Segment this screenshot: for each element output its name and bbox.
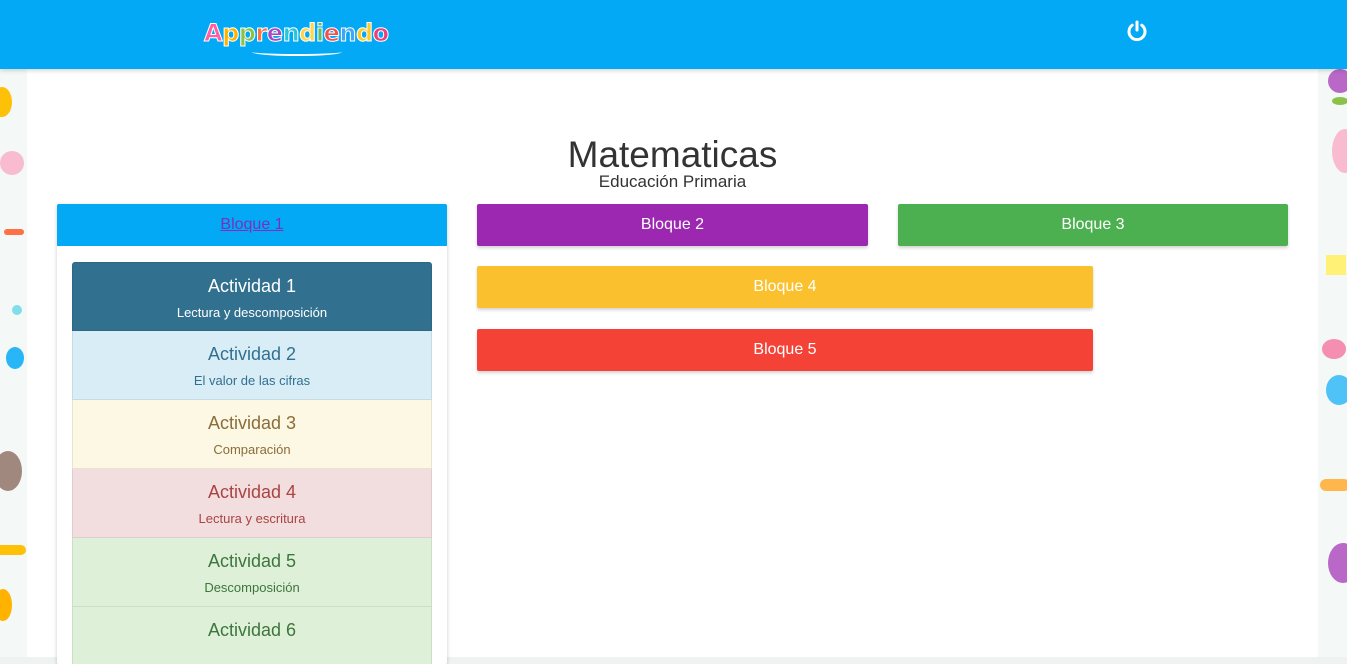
activity-subtitle: Lectura y descomposición	[176, 305, 328, 320]
logo-letter: i	[315, 19, 324, 48]
page-subtitle: Educación Primaria	[598, 172, 747, 191]
app-logo[interactable]: Apprendiendo	[203, 14, 390, 58]
activity-subtitle: El valor de las cifras	[193, 373, 311, 388]
activity-title: Actividad 6	[207, 620, 297, 640]
bloque-5-button[interactable]: Bloque 5	[477, 329, 1093, 371]
activity-title: Actividad 2	[207, 344, 297, 364]
logo-letter: d	[299, 19, 317, 48]
activity-item[interactable]: Actividad 5 Descomposición	[72, 538, 432, 607]
activity-title: Actividad 3	[207, 413, 297, 433]
logo-letter: n	[339, 19, 357, 48]
activity-item[interactable]: Actividad 3 Comparación	[72, 400, 432, 469]
activity-subtitle: Lectura y escritura	[198, 511, 306, 526]
logo-letter: d	[355, 19, 373, 48]
logo-letter: p	[238, 19, 256, 48]
bloque-1-header: Bloque 1	[57, 204, 447, 246]
activity-item[interactable]: Actividad 1 Lectura y descomposición	[72, 262, 432, 331]
activity-subtitle: Comparación	[213, 442, 291, 457]
activity-title: Actividad 5	[207, 551, 297, 571]
bloque-2-button[interactable]: Bloque 2	[477, 204, 868, 246]
logo-swoosh	[252, 48, 342, 56]
bloque-4-button[interactable]: Bloque 4	[477, 266, 1093, 308]
activity-item[interactable]: Actividad 2 El valor de las cifras	[72, 331, 432, 400]
activity-item[interactable]: Actividad 4 Lectura y escritura	[72, 469, 432, 538]
logo-letter: r	[255, 19, 268, 48]
bloque-1-card: Bloque 1 Actividad 1 Lectura y descomposi…	[57, 204, 447, 664]
activity-item[interactable]: Actividad 6	[72, 607, 432, 664]
bloque-1-link[interactable]: Bloque 1	[220, 216, 283, 233]
power-button[interactable]	[1124, 18, 1150, 44]
activity-subtitle: Descomposición	[204, 580, 300, 595]
left-background-pattern	[0, 69, 27, 657]
activity-title: Actividad 4	[207, 482, 297, 502]
top-navbar: Apprendiendo	[0, 0, 1347, 69]
logo-letter: o	[372, 19, 390, 48]
logo-letter: p	[222, 19, 240, 48]
activity-title: Actividad 1	[207, 276, 297, 296]
main-panel: Matematicas Educación Primaria Bloque 1 …	[27, 69, 1318, 664]
logo-letter: A	[203, 19, 223, 48]
right-background-pattern	[1318, 69, 1347, 657]
bloque-3-button[interactable]: Bloque 3	[898, 204, 1288, 246]
logo-letter: e	[323, 19, 340, 48]
power-icon	[1127, 20, 1147, 42]
logo-letter: e	[266, 19, 283, 48]
activity-list: Actividad 1 Lectura y descomposición Activ…	[72, 262, 432, 664]
logo-letter: n	[282, 19, 300, 48]
page-title: Matematicas	[567, 133, 778, 175]
